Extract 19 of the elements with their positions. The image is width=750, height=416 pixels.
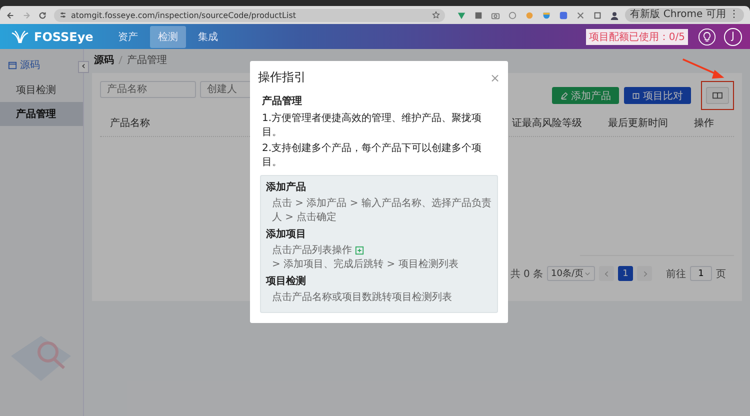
- step-description: 点击产品名称或项目数跳转项目检测列表: [272, 290, 452, 304]
- quota-badge: 项目配额已使用：0/5: [586, 28, 688, 44]
- step-description: 点击产品列表操作: [272, 244, 352, 257]
- step-title: 添加产品: [266, 180, 307, 194]
- step-description: 点击 > 添加产品 > 输入产品名称、选择产品负责人 > 点击确定: [272, 196, 492, 224]
- logo-text: FOSSEye: [34, 30, 94, 44]
- description-line: 2.支持创建多个产品，每个产品下可以创建多个项目。: [262, 142, 483, 169]
- goto-label: 前往: [666, 268, 686, 280]
- page-unit: 页: [716, 268, 726, 280]
- column-header: 最后更新时间: [608, 116, 668, 130]
- description-line: 1.方便管理者便捷高效的管理、维护产品、聚拢项目。: [262, 112, 483, 139]
- column-header: 产品名称: [110, 116, 150, 130]
- total-count: 共 0 条: [510, 268, 543, 280]
- column-header: 证最高风险等级: [512, 116, 582, 130]
- step-title: 添加项目: [266, 228, 307, 241]
- step-title: 项目检测: [266, 274, 307, 288]
- breadcrumb-item: 产品管理: [127, 54, 167, 67]
- step-description: > 添加项目、完成后跳转 > 项目检测列表: [272, 258, 458, 271]
- column-header: 操作: [694, 117, 714, 130]
